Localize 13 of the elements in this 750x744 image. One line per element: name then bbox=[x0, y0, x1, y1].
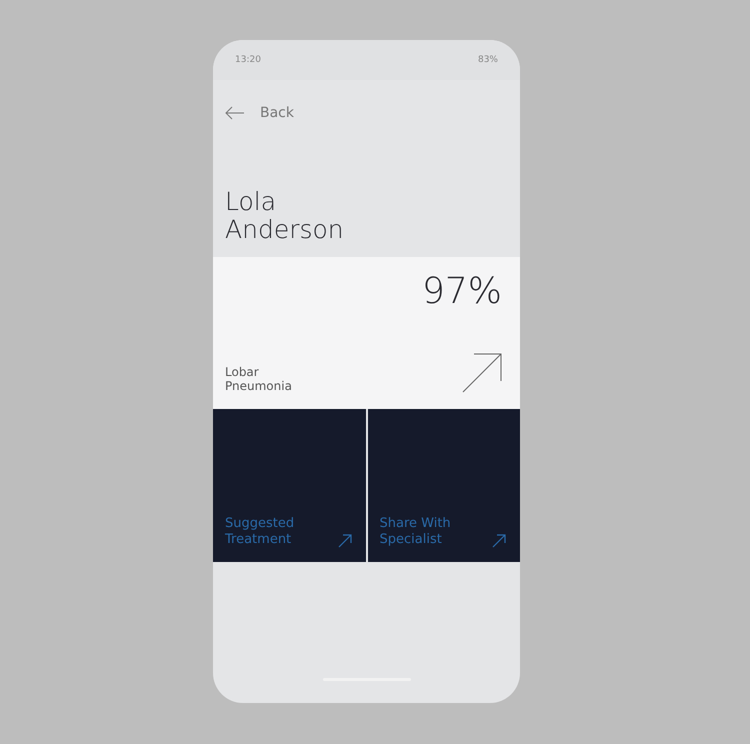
arrow-up-right-icon bbox=[492, 534, 506, 548]
diagnosis-card[interactable]: 97% Lobar Pneumonia bbox=[213, 257, 520, 409]
battery-level: 83% bbox=[478, 55, 498, 65]
patient-name: Lola Anderson bbox=[225, 188, 345, 244]
diagnosis-name: Lobar Pneumonia bbox=[225, 365, 292, 393]
action-tile[interactable]: Suggested Treatment bbox=[213, 409, 366, 562]
arrow-up-right-icon bbox=[338, 534, 352, 548]
status-time: 13:20 bbox=[235, 55, 261, 65]
back-arrow-icon bbox=[225, 106, 245, 120]
confidence-value: 97% bbox=[422, 271, 502, 312]
arrow-up-right-icon bbox=[462, 353, 502, 393]
back-link[interactable]: Back bbox=[225, 105, 508, 121]
action-tile[interactable]: Share With Specialist bbox=[368, 409, 520, 562]
